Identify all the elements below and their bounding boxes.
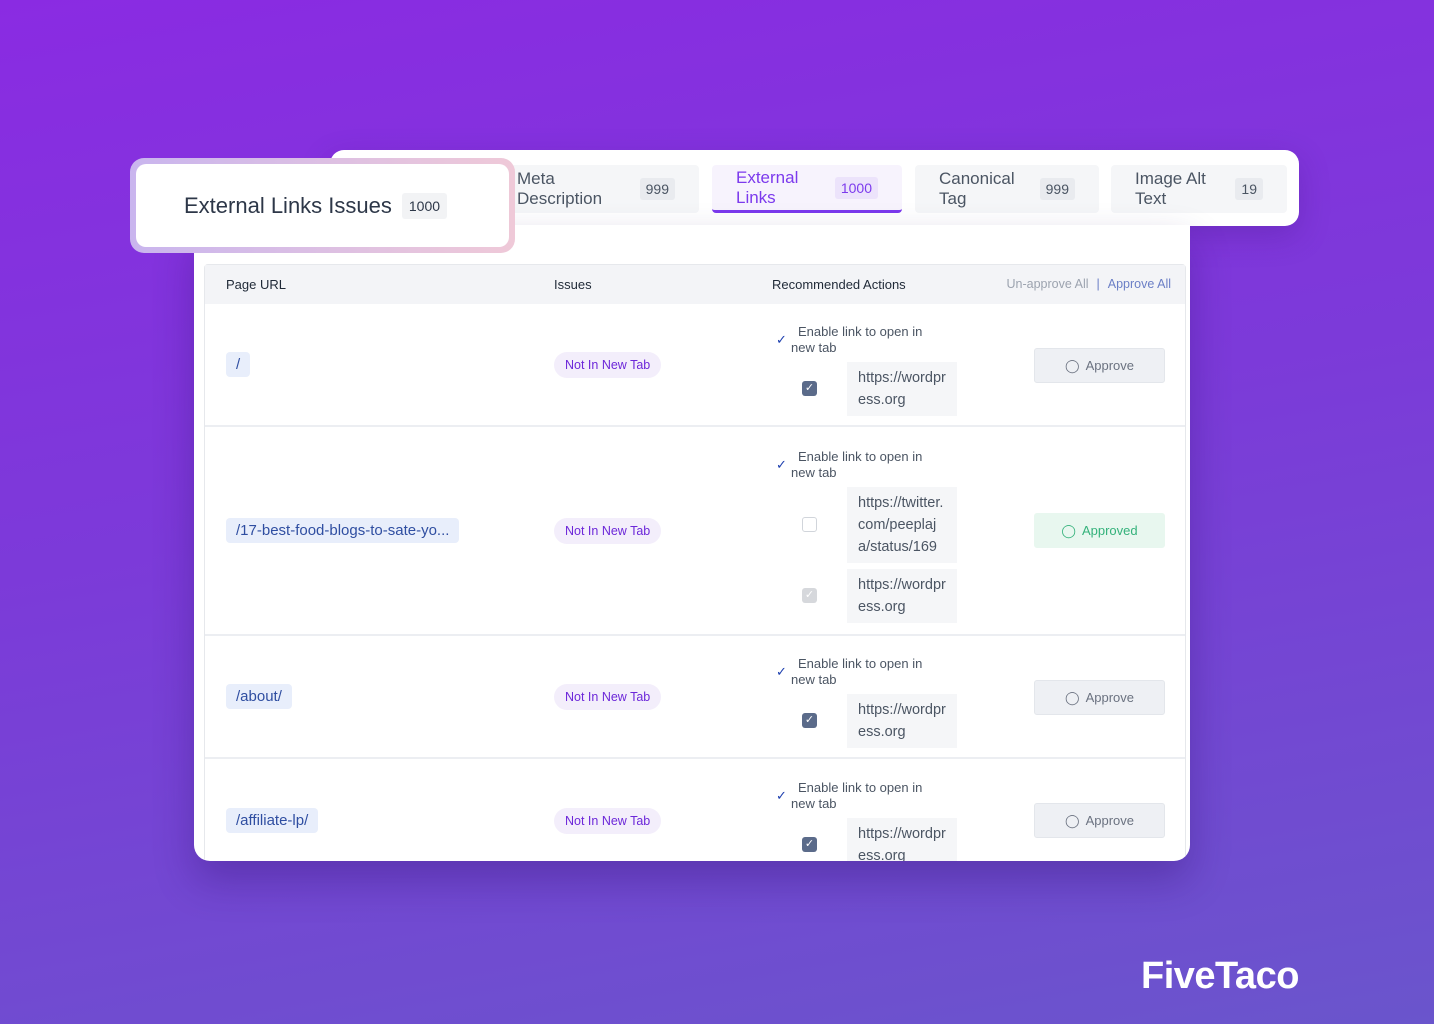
link-checkbox[interactable]: ✓ xyxy=(802,713,817,728)
approve-all-link[interactable]: Approve All xyxy=(1108,277,1171,291)
recommended-action: ✓ Enable link to open in new tab xyxy=(776,655,923,687)
link-url: https://wordpress.org xyxy=(847,693,957,748)
page-url-chip[interactable]: /affiliate-lp/ xyxy=(226,808,319,833)
check-icon: ✓ xyxy=(776,787,787,803)
table-row: /affiliate-lp/ Not In New Tab ✓ Enable li… xyxy=(205,759,1185,861)
page-url-chip[interactable]: / xyxy=(226,352,251,377)
check-circle-icon: ◯ xyxy=(1065,812,1080,828)
page-url-chip[interactable]: /about/ xyxy=(226,684,292,709)
check-circle-icon: ◯ xyxy=(1061,522,1076,538)
link-checkbox-disabled: ✓ xyxy=(802,588,817,603)
check-icon: ✓ xyxy=(776,331,787,347)
link-url: https://wordpress.org xyxy=(847,361,957,416)
approve-button[interactable]: ◯ Approve xyxy=(1034,348,1165,383)
brand-logo: FiveTaco xyxy=(1141,955,1299,997)
page-url-chip[interactable]: /17-best-food-blogs-to-sate-yo... xyxy=(226,518,460,543)
table-row: / Not In New Tab ✓ Enable link to open in… xyxy=(205,304,1185,427)
table-row: /about/ Not In New Tab ✓ Enable link to o… xyxy=(205,636,1185,759)
table-row: /17-best-food-blogs-to-sate-yo... Not In… xyxy=(205,427,1185,636)
title-card: External Links Issues 1000 xyxy=(130,158,515,253)
link-checkbox[interactable] xyxy=(802,517,817,532)
check-icon: ✓ xyxy=(776,663,787,679)
approved-button[interactable]: ◯ Approved xyxy=(1034,513,1165,548)
header-page-url: Page URL xyxy=(226,277,286,292)
tab-count: 1000 xyxy=(834,176,878,199)
tab-label: Meta Description xyxy=(517,169,603,208)
check-circle-icon: ◯ xyxy=(1065,357,1080,373)
tab-label: External Links xyxy=(736,167,799,207)
link-url: https://wordpress.org xyxy=(847,817,957,861)
tab-label: Canonical Tag xyxy=(939,169,1015,208)
issue-badge: Not In New Tab xyxy=(554,517,662,544)
link-url: https://twitter.com/peeplaja/status/169 xyxy=(847,486,957,563)
tab-meta-description[interactable]: Meta Description 999 xyxy=(509,165,699,213)
approve-button[interactable]: ◯ Approve xyxy=(1034,680,1165,715)
tab-count: 999 xyxy=(639,178,675,200)
tab-count: 19 xyxy=(1235,178,1263,200)
link-url: https://wordpress.org xyxy=(847,568,957,623)
check-icon: ✓ xyxy=(776,456,787,472)
link-checkbox[interactable]: ✓ xyxy=(802,837,817,852)
table-header: Page URL Issues Recommended Actions Un-a… xyxy=(205,265,1185,304)
tab-label: Image Alt Text xyxy=(1135,169,1206,208)
tab-canonical-tag[interactable]: Canonical Tag 999 xyxy=(915,165,1099,213)
check-circle-icon: ◯ xyxy=(1065,689,1080,705)
issue-badge: Not In New Tab xyxy=(554,683,662,710)
separator: | xyxy=(1096,277,1100,291)
tab-external-links[interactable]: External Links 1000 xyxy=(712,165,902,213)
header-recommended-actions: Recommended Actions xyxy=(772,277,906,292)
issue-badge: Not In New Tab xyxy=(554,351,662,378)
recommended-action: ✓ Enable link to open in new tab xyxy=(776,779,923,811)
issue-badge: Not In New Tab xyxy=(554,807,662,834)
approve-button[interactable]: ◯ Approve xyxy=(1034,803,1165,838)
tab-count: 999 xyxy=(1039,178,1075,200)
issues-panel: Page URL Issues Recommended Actions Un-a… xyxy=(194,225,1190,861)
issues-count-badge: 1000 xyxy=(401,192,448,219)
recommended-action: ✓ Enable link to open in new tab xyxy=(776,323,923,355)
recommended-action: ✓ Enable link to open in new tab xyxy=(776,448,923,480)
tab-image-alt-text[interactable]: Image Alt Text 19 xyxy=(1111,165,1287,213)
unapprove-all-link[interactable]: Un-approve All xyxy=(1007,277,1089,291)
page-title: External Links Issues xyxy=(184,192,392,218)
issues-table: Page URL Issues Recommended Actions Un-a… xyxy=(204,264,1186,861)
header-issues: Issues xyxy=(554,277,592,292)
link-checkbox[interactable]: ✓ xyxy=(802,381,817,396)
